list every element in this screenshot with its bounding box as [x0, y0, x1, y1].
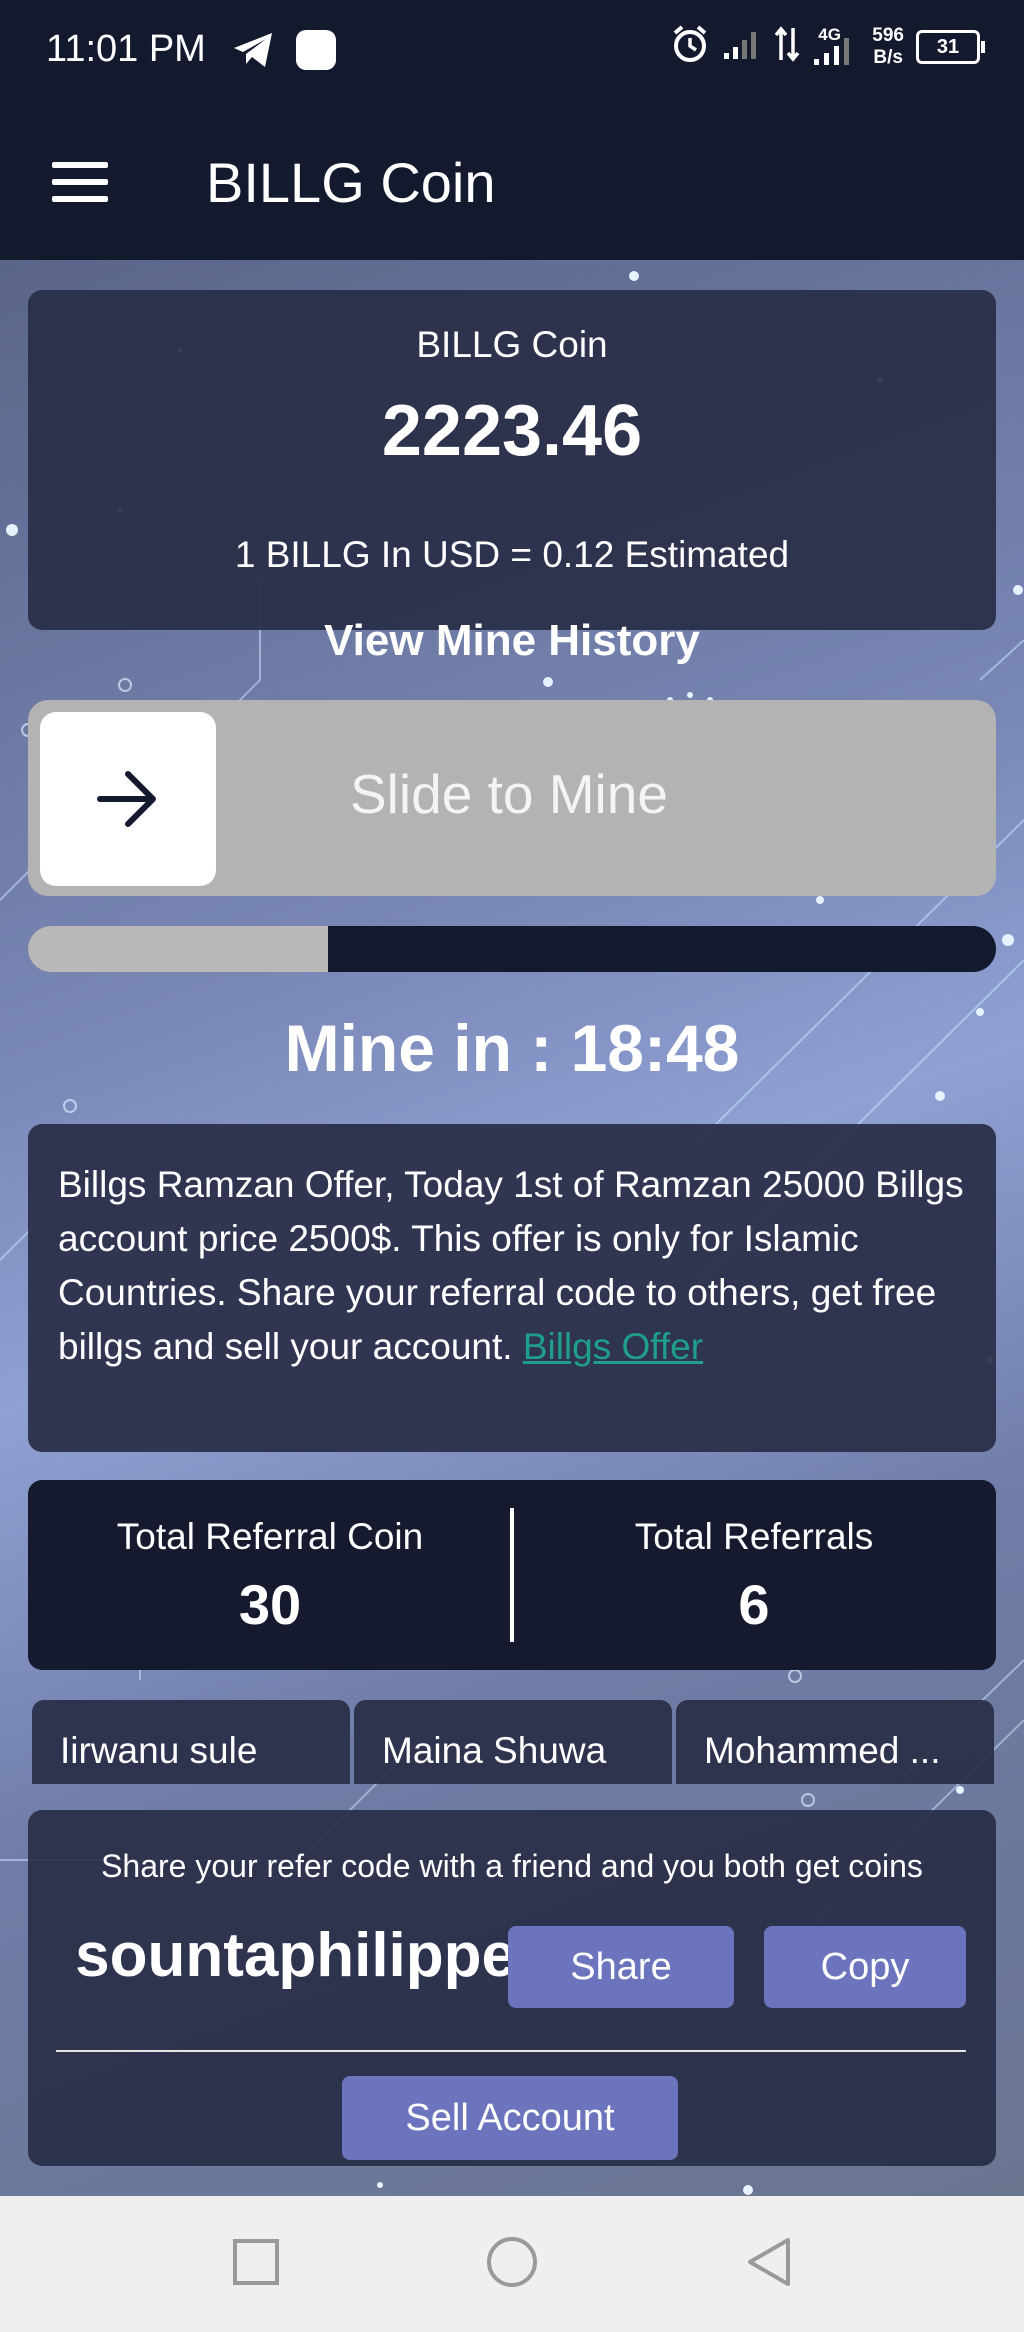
referral-name: Iirwanu sule: [60, 1730, 258, 1771]
copy-button[interactable]: Copy: [764, 1926, 966, 2008]
referral-item[interactable]: Iirwanu sule: [32, 1700, 350, 1784]
referrals-value: 6: [738, 1573, 770, 1636]
referral-name: Maina Shuwa: [382, 1730, 607, 1771]
mining-progress-fill: [28, 926, 329, 972]
battery-level: 31: [936, 35, 960, 58]
coin-label: BILLG Coin: [416, 324, 608, 365]
view-mine-history-link[interactable]: View Mine History: [28, 616, 996, 666]
back-icon[interactable]: [744, 2236, 792, 2293]
offer-text: Billgs Ramzan Offer, Today 1st of Ramzan…: [58, 1158, 978, 1374]
usd-rate: 1 BILLG In USD = 0.12 Estimated: [234, 534, 790, 575]
balance-card: BILLG Coin 2223.46 1 BILLG In USD = 0.12…: [28, 290, 996, 665]
speed-value: 596: [872, 24, 904, 46]
slider-label: Slide to Mine: [350, 763, 668, 825]
coin-balance: 2223.46: [381, 391, 643, 471]
referrals-stat: Total Referrals 6: [512, 1480, 996, 1670]
data-arrows-icon: [774, 26, 800, 67]
share-hint: Share your refer code with a friend and …: [101, 1848, 923, 1884]
referral-coin-stat: Total Referral Coin 30: [28, 1480, 512, 1670]
offer-link[interactable]: Billgs Offer: [523, 1326, 703, 1367]
status-indicators: 4G 596 B/s 31: [670, 24, 985, 69]
refer-code: sountaphilippe: [75, 1921, 516, 1990]
status-bar: 11:01 PM 4G 596 B/s 31: [0, 0, 1024, 100]
telegram-icon: [232, 30, 276, 75]
share-divider: [56, 2050, 966, 2052]
system-nav-bar: [0, 2196, 1024, 2332]
signal-4g-icon: 4G: [812, 25, 860, 67]
mine-timer: Mine in : 18:48: [284, 1011, 740, 1085]
offer-card: Billgs Ramzan Offer, Today 1st of Ramzan…: [28, 1124, 996, 1452]
hamburger-menu-icon[interactable]: [52, 162, 108, 202]
offer-body: Billgs Ramzan Offer, Today 1st of Ramzan…: [58, 1164, 964, 1367]
referral-item[interactable]: Mohammed ...: [676, 1700, 994, 1784]
referral-coin-label: Total Referral Coin: [116, 1516, 424, 1557]
referral-item[interactable]: Maina Shuwa: [354, 1700, 672, 1784]
app-title: BILLG Coin: [206, 151, 496, 214]
refer-code-container: sountaphilippe: [56, 1906, 516, 2006]
referral-stats: Total Referral Coin 30 Total Referrals 6: [28, 1480, 996, 1670]
share-card: Share your refer code with a friend and …: [28, 1810, 996, 2166]
sell-account-button[interactable]: Sell Account: [342, 2076, 678, 2160]
recent-apps-icon[interactable]: [232, 2238, 280, 2291]
referral-coin-value: 30: [238, 1573, 302, 1636]
alarm-icon: [670, 24, 710, 69]
main-content: BILLG Coin 2223.46 1 BILLG In USD = 0.12…: [0, 260, 1024, 2196]
speed-unit: B/s: [873, 46, 903, 68]
slider-knob[interactable]: [40, 712, 216, 886]
share-button[interactable]: Share: [508, 1926, 734, 2008]
signal-icon: [722, 27, 762, 66]
network-speed: 596 B/s: [872, 25, 904, 69]
arrow-right-icon: [96, 768, 160, 835]
slide-to-mine[interactable]: Slide to Mine: [28, 700, 996, 896]
status-time: 11:01 PM: [46, 28, 206, 70]
mining-progress-bar: [28, 926, 996, 972]
app-icon: [296, 30, 336, 70]
referrals-label: Total Referrals: [634, 1516, 874, 1557]
referral-name: Mohammed ...: [704, 1730, 941, 1771]
home-icon[interactable]: [486, 2236, 538, 2293]
app-bar: BILLG Coin: [0, 100, 1024, 260]
battery-icon: 31: [916, 29, 985, 64]
